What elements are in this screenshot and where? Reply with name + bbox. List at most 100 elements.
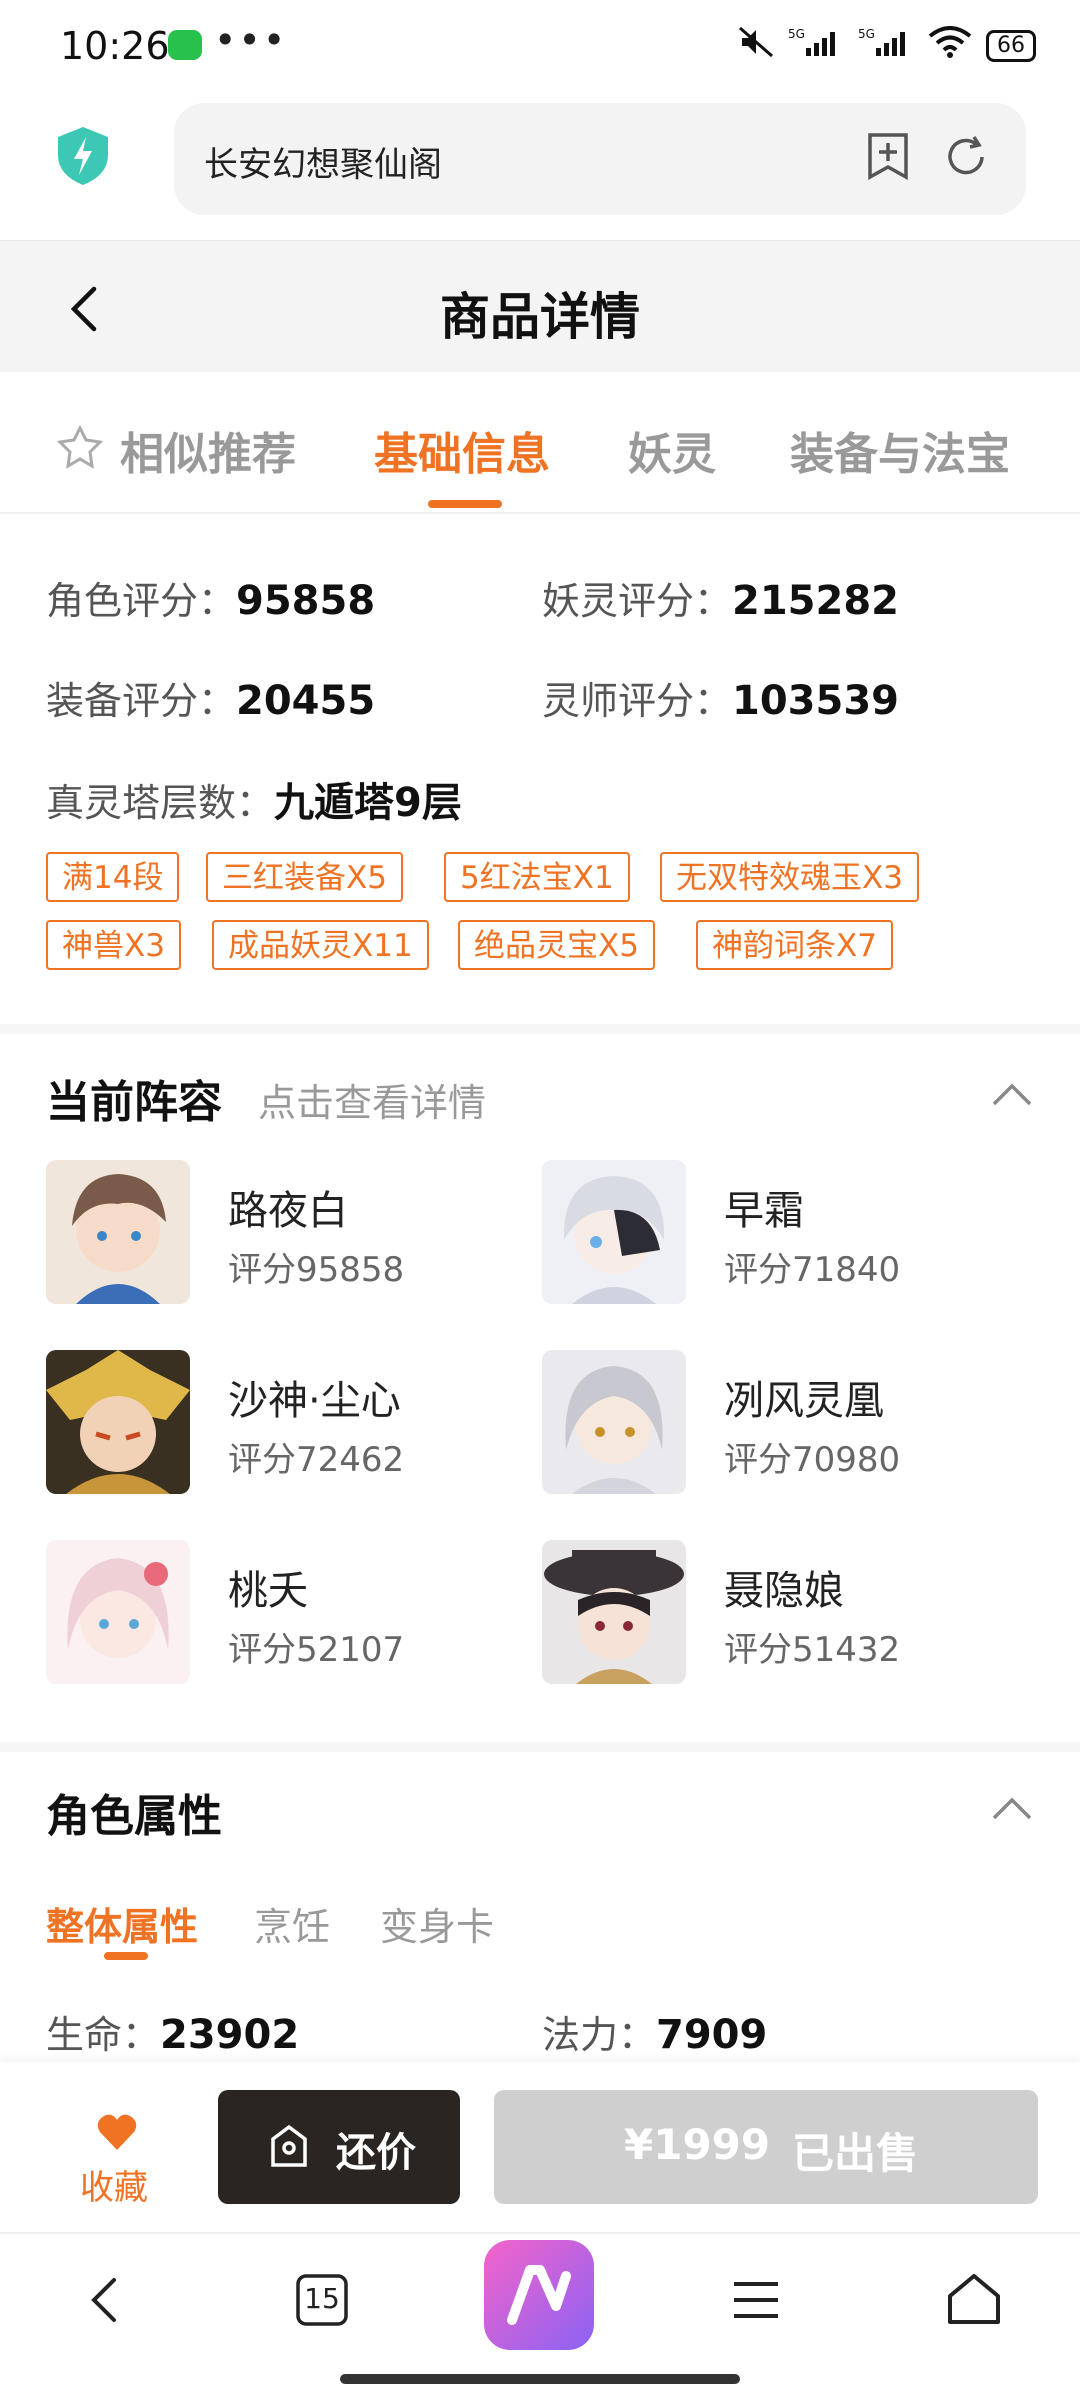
status-bar: 10:26 ••• 5G 5G 66 <box>0 0 1080 95</box>
lingshi-score: 灵师评分：103539 <box>542 670 899 725</box>
member-name: 聂隐娘 <box>724 1568 844 1614</box>
life-value: 23902 <box>160 2012 300 2058</box>
section-divider <box>0 1742 1080 1752</box>
mana-attribute: 法力：7909 <box>542 2004 767 2059</box>
feature-tag: 神韵词条X7 <box>696 920 893 970</box>
tower-level: 真灵塔层数：九遁塔9层 <box>46 770 462 828</box>
life-attribute: 生命：23902 <box>46 2004 299 2059</box>
role-score: 角色评分：95858 <box>46 570 375 625</box>
lineup-member[interactable]: 沙神·尘心 评分72462 <box>46 1350 404 1494</box>
bargain-button[interactable]: 还价 <box>218 2090 460 2204</box>
lineup-member[interactable]: 聂隐娘 评分51432 <box>542 1540 900 1684</box>
browser-toolbar: 长安幻想聚仙阁 <box>0 95 1080 240</box>
tab-yaoling[interactable]: 妖灵 <box>628 418 716 482</box>
lingshi-score-value: 103539 <box>732 678 900 724</box>
mana-label: 法力： <box>542 2013 657 2057</box>
avatar <box>542 1540 686 1684</box>
heart-icon[interactable] <box>96 2112 138 2152</box>
member-score: 评分95858 <box>228 1250 405 1290</box>
subtab-cooking[interactable]: 烹饪 <box>254 1896 330 1951</box>
mute-icon <box>738 26 774 65</box>
feature-tag: 无双特效魂玉X3 <box>660 852 919 902</box>
member-score: 评分71840 <box>724 1250 901 1290</box>
tab-equipment[interactable]: 装备与法宝 <box>790 418 1010 482</box>
equip-score-label: 装备评分： <box>46 679 237 723</box>
puzzle-icon <box>56 422 106 476</box>
tab-similar[interactable]: 相似推荐 <box>120 418 296 482</box>
avatar <box>46 1160 190 1304</box>
back-nav-icon[interactable] <box>76 2270 136 2330</box>
lineup-subtitle[interactable]: 点击查看详情 <box>258 1072 486 1127</box>
mana-value: 7909 <box>656 2012 768 2058</box>
home-indicator[interactable] <box>340 2374 740 2384</box>
member-name: 冽风灵凰 <box>724 1378 884 1424</box>
menu-icon[interactable] <box>726 2270 786 2330</box>
role-score-value: 95858 <box>236 578 376 624</box>
status-icons: 5G 5G 66 <box>738 26 1036 65</box>
yaoling-score-value: 215282 <box>732 578 900 624</box>
attributes-title: 角色属性 <box>46 1791 222 1842</box>
home-icon[interactable] <box>944 2270 1004 2330</box>
chevron-up-icon[interactable] <box>990 1794 1034 1824</box>
yaoling-score-label: 妖灵评分： <box>542 579 733 623</box>
avatar <box>542 1160 686 1304</box>
active-subtab-indicator <box>104 1952 148 1960</box>
lineup-member[interactable]: 早霜 评分71840 <box>542 1160 900 1304</box>
feature-tag: 满14段 <box>46 852 180 902</box>
browser-nav-bar: 15 <box>0 2232 1080 2402</box>
member-name: 早霜 <box>724 1188 804 1234</box>
chevron-up-icon[interactable] <box>990 1080 1034 1110</box>
page-title: 商品详情 <box>440 288 640 346</box>
battery-icon: 66 <box>986 29 1036 62</box>
lineup-member[interactable]: 路夜白 评分95858 <box>46 1160 404 1304</box>
signal-5g-icon-2: 5G <box>858 26 914 65</box>
page-header: 商品详情 <box>0 240 1080 373</box>
svg-text:5G: 5G <box>858 27 875 41</box>
equip-score-value: 20455 <box>236 678 376 724</box>
avatar <box>46 1540 190 1684</box>
lineup-member[interactable]: 冽风灵凰 评分70980 <box>542 1350 900 1494</box>
refresh-icon[interactable] <box>942 133 990 181</box>
purchase-action-bar: 收藏 还价 ¥1999 已出售 <box>0 2062 1080 2232</box>
lineup-member[interactable]: 桃夭 评分52107 <box>46 1540 404 1684</box>
add-bookmark-icon[interactable] <box>866 131 910 181</box>
sold-status-label: 已出售 <box>792 2129 919 2178</box>
signal-5g-icon: 5G <box>788 26 844 65</box>
buy-button[interactable]: ¥1999 已出售 <box>494 2090 1038 2204</box>
subtab-transform-card[interactable]: 变身卡 <box>380 1896 494 1951</box>
price-label: ¥1999 <box>624 2120 771 2169</box>
avatar <box>46 1350 190 1494</box>
member-score: 评分51432 <box>724 1630 901 1670</box>
yaoling-score: 妖灵评分：215282 <box>542 570 899 625</box>
lineup-title: 当前阵容 <box>46 1077 222 1128</box>
lingshi-score-label: 灵师评分： <box>542 679 733 723</box>
member-name: 桃夭 <box>228 1568 308 1614</box>
message-notification-icon <box>168 30 202 60</box>
feature-tag: 成品妖灵X11 <box>212 920 429 970</box>
security-shield-icon[interactable] <box>54 125 112 187</box>
member-score: 评分72462 <box>228 1440 405 1480</box>
tabs-count: 15 <box>304 2282 340 2315</box>
status-time: 10:26 <box>60 24 170 68</box>
active-tab-indicator <box>428 500 502 508</box>
tabs-count-icon[interactable]: 15 <box>292 2270 352 2330</box>
page-url-title: 长安幻想聚仙阁 <box>204 145 442 185</box>
favorite-button-label[interactable]: 收藏 <box>80 2160 148 2209</box>
tower-level-label: 真灵塔层数： <box>46 781 275 825</box>
svg-text:5G: 5G <box>788 27 805 41</box>
section-divider <box>0 1024 1080 1034</box>
more-notifications-indicator: ••• <box>214 18 288 62</box>
subtab-overall[interactable]: 整体属性 <box>46 1896 198 1951</box>
member-name: 沙神·尘心 <box>228 1378 401 1424</box>
bargain-label: 还价 <box>336 2130 416 2176</box>
assistant-app-icon[interactable] <box>484 2240 594 2350</box>
tower-level-value: 九遁塔9层 <box>274 780 462 826</box>
equip-score: 装备评分：20455 <box>46 670 375 725</box>
role-score-label: 角色评分： <box>46 579 237 623</box>
detail-tabs: 相似推荐 基础信息 妖灵 装备与法宝 <box>0 372 1080 514</box>
tab-basic-info[interactable]: 基础信息 <box>374 418 550 482</box>
member-score: 评分70980 <box>724 1440 901 1480</box>
avatar <box>542 1350 686 1494</box>
feature-tag: 绝品灵宝X5 <box>458 920 655 970</box>
address-bar[interactable]: 长安幻想聚仙阁 <box>174 103 1026 215</box>
